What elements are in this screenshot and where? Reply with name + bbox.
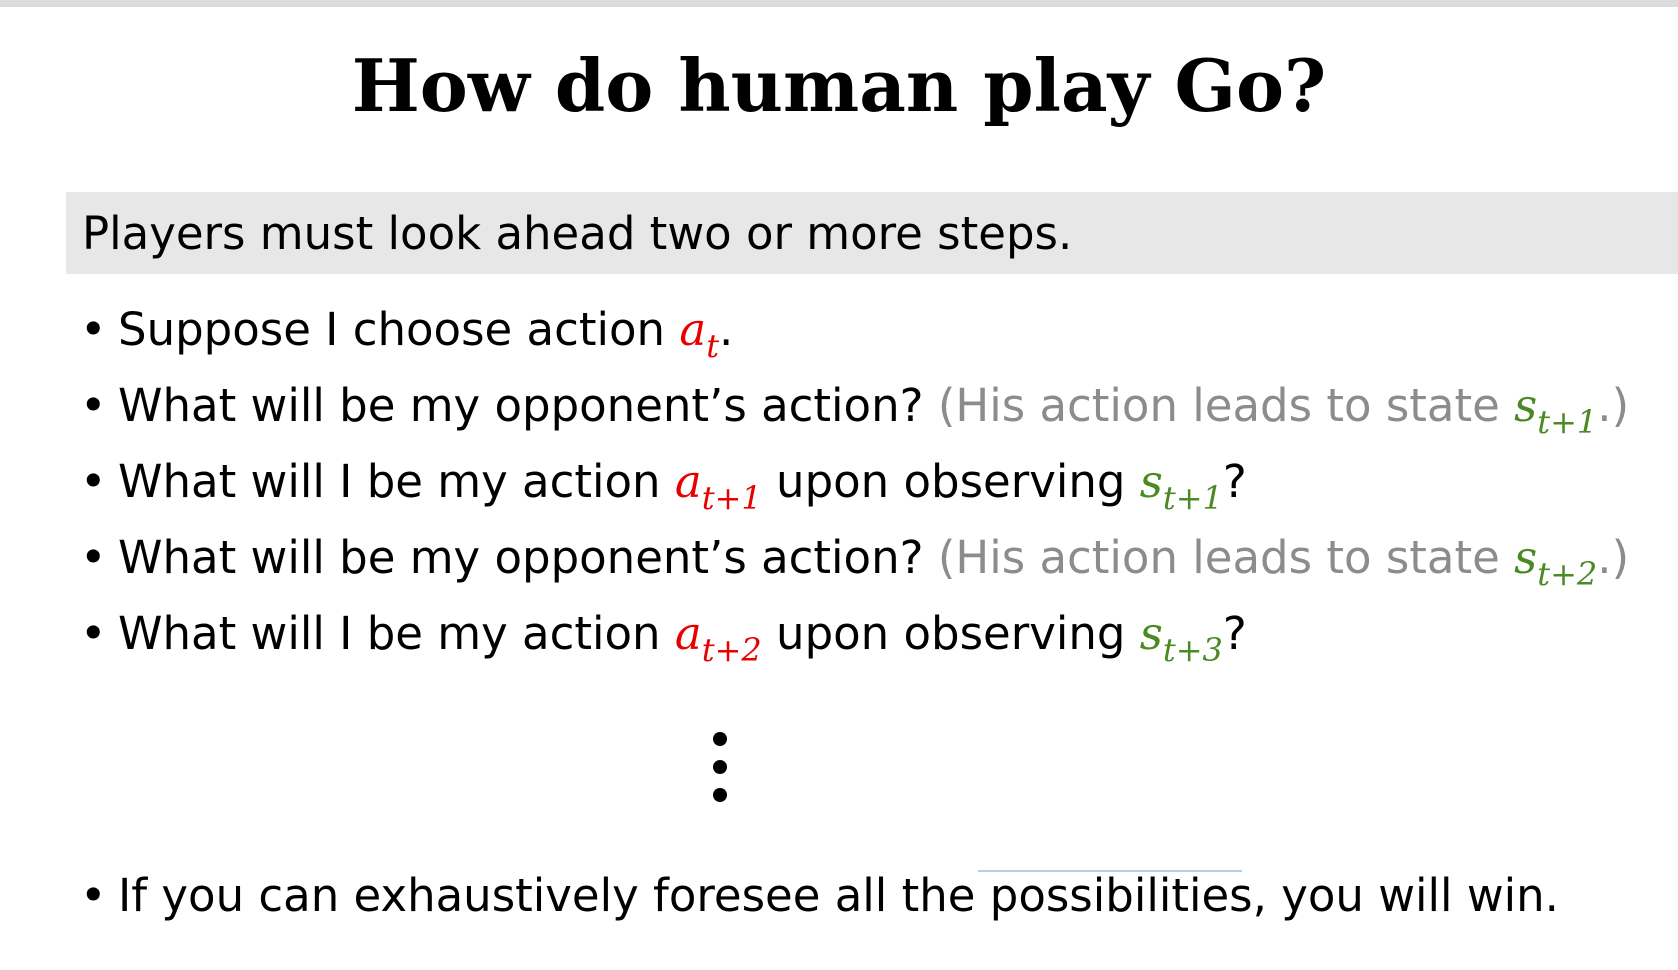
bullet-dot: • xyxy=(80,455,107,508)
bullet-item: • What will be my opponent’s action? (His… xyxy=(80,376,1629,452)
bullet-item: • What will I be my action at+1 upon obse… xyxy=(80,452,1247,528)
bullet-item: • Suppose I choose action at. xyxy=(80,300,733,376)
action-variable: at+1 xyxy=(674,455,762,517)
action-variable: at xyxy=(679,303,720,365)
bullet-dot: • xyxy=(80,379,107,432)
vertical-ellipsis xyxy=(712,732,728,802)
conclusion-bullet: • If you can exhaustively foresee all the… xyxy=(80,866,1559,926)
bullet-dot: • xyxy=(80,607,107,660)
ellipsis-dot xyxy=(713,760,727,774)
state-variable: st+2 xyxy=(1514,531,1598,593)
bullet-dot: • xyxy=(80,531,107,584)
action-variable: at+2 xyxy=(674,607,762,669)
selection-underline xyxy=(978,870,1242,872)
aside-note: (His action leads to state st+2.) xyxy=(937,531,1630,593)
bullet-item: • What will I be my action at+2 upon obse… xyxy=(80,604,1247,680)
ellipsis-dot xyxy=(713,788,727,802)
aside-note: (His action leads to state st+1.) xyxy=(937,379,1630,441)
bullet-dot: • xyxy=(80,869,107,922)
bullet-dot: • xyxy=(80,303,107,356)
state-variable: st+1 xyxy=(1139,455,1223,517)
bullet-item: • What will be my opponent’s action? (His… xyxy=(80,528,1629,604)
state-variable: st+3 xyxy=(1139,607,1223,669)
bullet-list: • Suppose I choose action at. • What will … xyxy=(0,0,1678,970)
state-variable: st+1 xyxy=(1514,379,1598,441)
ellipsis-dot xyxy=(713,732,727,746)
